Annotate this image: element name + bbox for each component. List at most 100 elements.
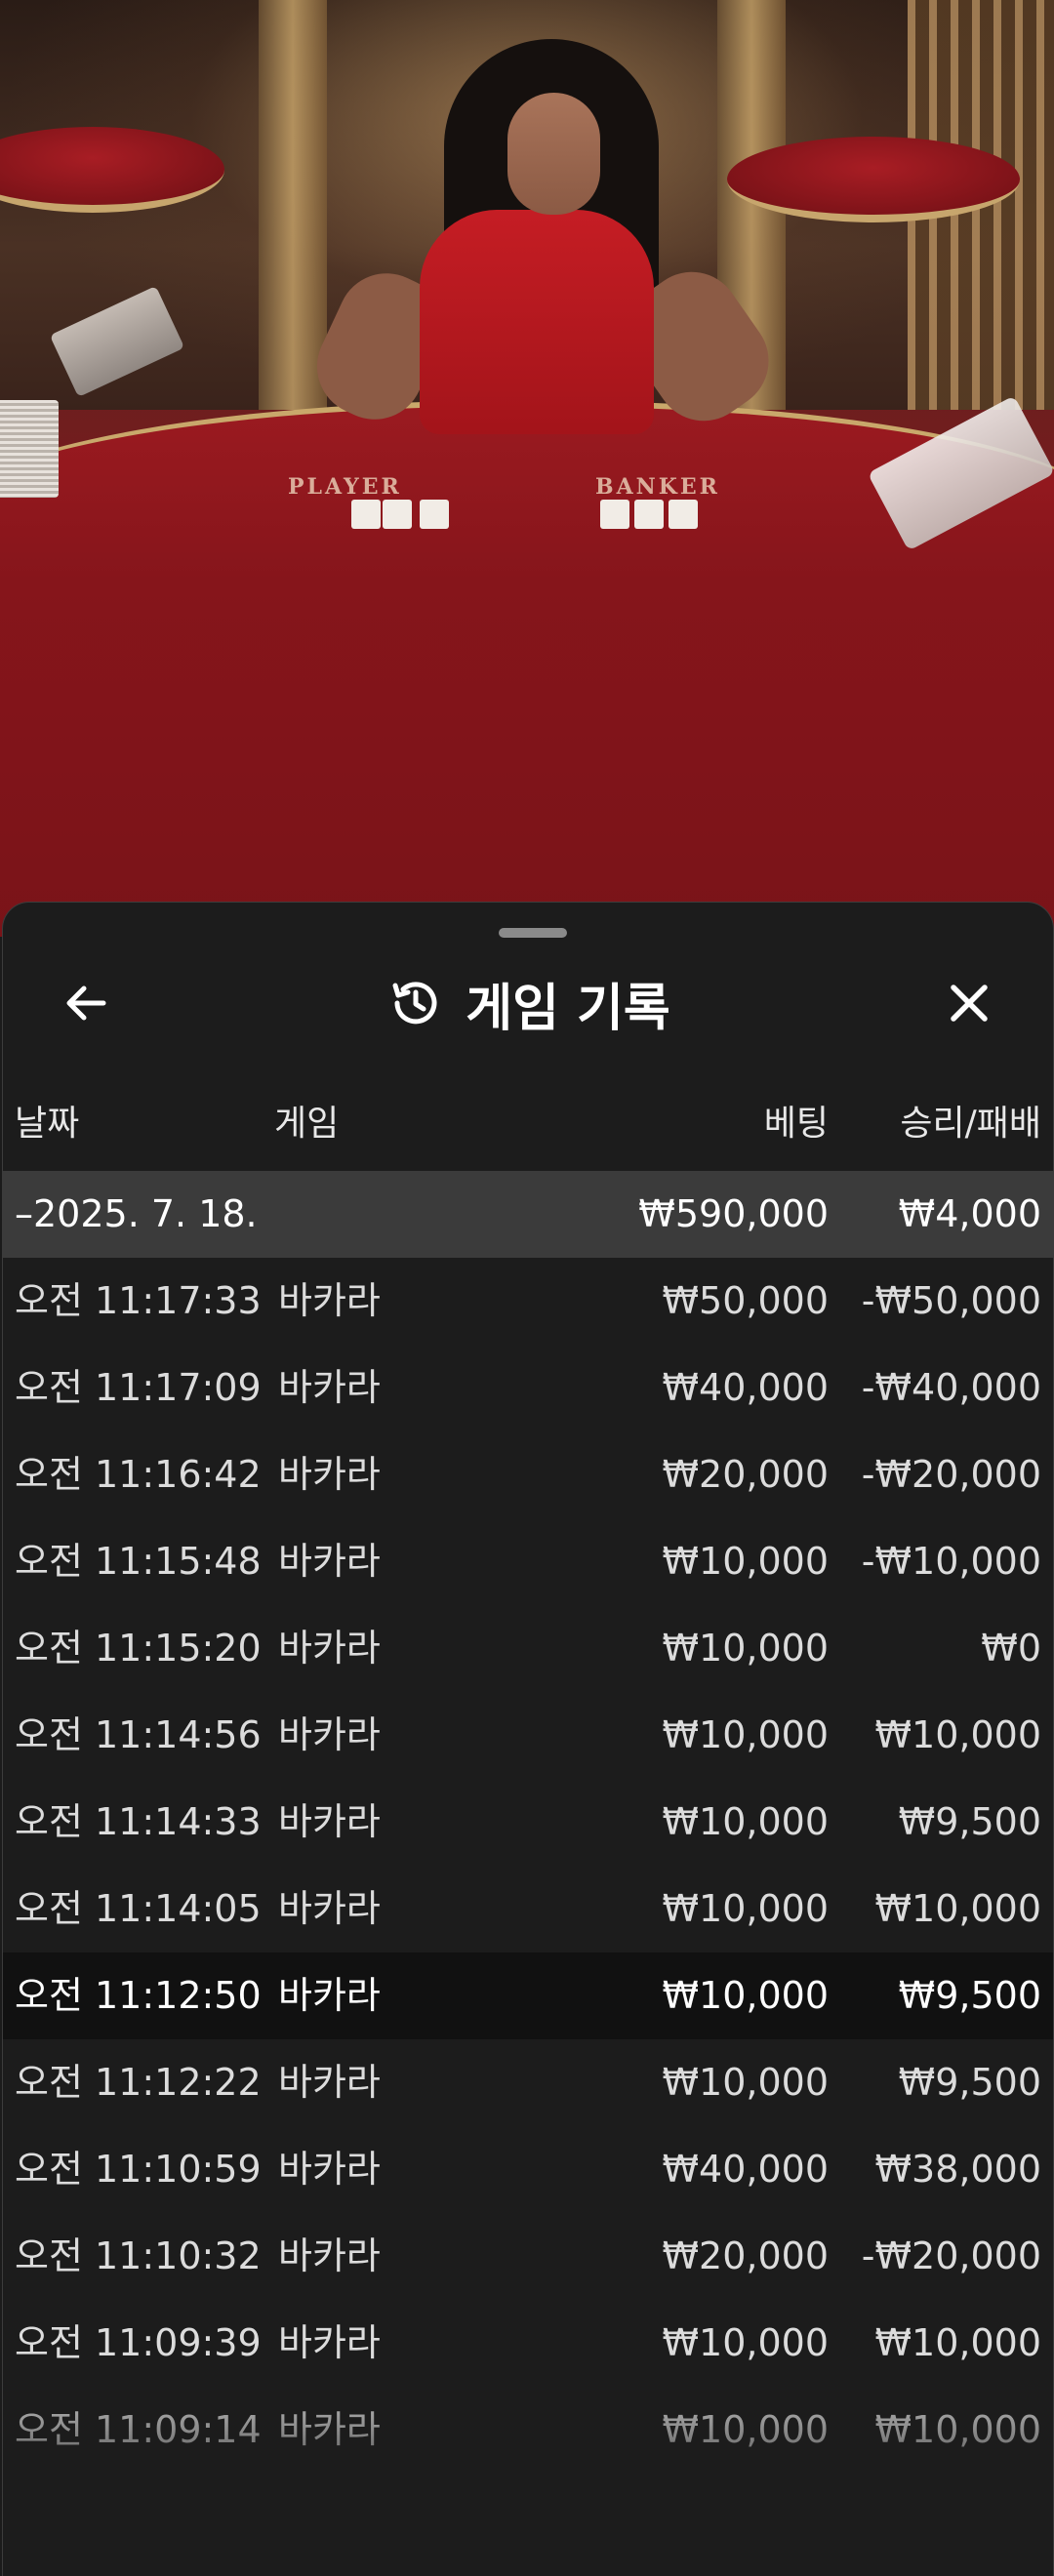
row-time: 오전 11:10:32	[15, 2234, 262, 2277]
row-winloss: ₩10,000	[874, 1713, 1041, 1756]
dealer-dress	[420, 210, 654, 434]
row-winloss: ₩9,500	[898, 1974, 1041, 2017]
history-row[interactable]: 오전 11:10:59 바카라 ₩40,000 ₩38,000	[3, 2126, 1053, 2213]
row-game: 바카라	[278, 1366, 381, 1409]
row-bet: ₩10,000	[662, 1540, 829, 1583]
summary-date: –2025. 7. 18.	[15, 1192, 258, 1235]
date-summary-row[interactable]: –2025. 7. 18. ₩590,000 ₩4,000	[3, 1171, 1053, 1258]
sheet-title: 게임 기록	[466, 979, 670, 1038]
decor-pillar	[259, 0, 327, 410]
row-bet: ₩20,000	[662, 1453, 829, 1496]
row-time: 오전 11:15:48	[15, 1540, 262, 1583]
dealer-face	[507, 93, 600, 215]
row-time: 오전 11:14:05	[15, 1887, 262, 1930]
banker-label: BANKER	[595, 474, 720, 500]
playing-card	[351, 500, 381, 529]
live-dealer-video: PLAYER BANKER	[0, 0, 1054, 937]
playing-card	[634, 500, 664, 529]
row-winloss: -₩10,000	[861, 1540, 1041, 1583]
row-game: 바카라	[278, 2061, 381, 2104]
row-game: 바카라	[278, 1453, 381, 1496]
history-row[interactable]: 오전 11:09:39 바카라 ₩10,000 ₩10,000	[3, 2300, 1053, 2387]
history-row[interactable]: 오전 11:15:20 바카라 ₩10,000 ₩0	[3, 1605, 1053, 1692]
history-row[interactable]: 오전 11:17:33 바카라 ₩50,000 -₩50,000	[3, 1258, 1053, 1345]
row-time: 오전 11:17:33	[15, 1279, 262, 1322]
row-game: 바카라	[278, 2148, 381, 2191]
row-time: 오전 11:10:59	[15, 2148, 262, 2191]
history-row[interactable]: 오전 11:12:50 바카라 ₩10,000 ₩9,500	[3, 1952, 1053, 2039]
history-row[interactable]: 오전 11:14:33 바카라 ₩10,000 ₩9,500	[3, 1779, 1053, 1866]
close-button[interactable]	[925, 959, 1013, 1047]
row-winloss: ₩10,000	[874, 1887, 1041, 1930]
row-bet: ₩10,000	[662, 1800, 829, 1843]
history-list[interactable]: –2025. 7. 18. ₩590,000 ₩4,000 오전 11:17:3…	[3, 1171, 1053, 2474]
row-time: 오전 11:09:14	[15, 2408, 262, 2451]
row-bet: ₩10,000	[662, 1627, 829, 1670]
summary-bet-total: ₩590,000	[638, 1192, 829, 1235]
history-row[interactable]: 오전 11:17:09 바카라 ₩40,000 -₩40,000	[3, 1345, 1053, 1431]
row-bet: ₩40,000	[662, 2148, 829, 2191]
column-header-winloss[interactable]: 승리/패배	[900, 1100, 1041, 1148]
row-winloss: ₩10,000	[874, 2408, 1041, 2451]
column-header-date[interactable]: 날짜	[15, 1100, 79, 1148]
row-time: 오전 11:17:09	[15, 1366, 262, 1409]
row-time: 오전 11:12:50	[15, 1974, 262, 2017]
row-time: 오전 11:14:56	[15, 1713, 262, 1756]
playing-card	[383, 500, 412, 529]
row-time: 오전 11:16:42	[15, 1453, 262, 1496]
row-time: 오전 11:15:20	[15, 1627, 262, 1670]
row-game: 바카라	[278, 1974, 381, 2017]
row-time: 오전 11:09:39	[15, 2321, 262, 2364]
row-time: 오전 11:12:22	[15, 2061, 262, 2104]
row-game: 바카라	[278, 1627, 381, 1670]
row-bet: ₩40,000	[662, 1366, 829, 1409]
row-winloss: ₩10,000	[874, 2321, 1041, 2364]
card-stack	[0, 400, 59, 498]
history-row[interactable]: 오전 11:15:48 바카라 ₩10,000 -₩10,000	[3, 1518, 1053, 1605]
app-screen: PLAYER BANKER 게임 기록 날짜 게임 베팅 승리/패배 –2025…	[0, 0, 1054, 2576]
row-game: 바카라	[278, 2408, 381, 2451]
row-game: 바카라	[278, 1800, 381, 1843]
history-row[interactable]: 오전 11:10:32 바카라 ₩20,000 -₩20,000	[3, 2213, 1053, 2300]
history-clock-icon	[392, 982, 437, 1025]
row-bet: ₩10,000	[662, 2408, 829, 2451]
history-row[interactable]: 오전 11:14:56 바카라 ₩10,000 ₩10,000	[3, 1692, 1053, 1779]
row-game: 바카라	[278, 2321, 381, 2364]
sheet-drag-handle[interactable]	[499, 928, 567, 938]
row-winloss: -₩50,000	[861, 1279, 1041, 1322]
row-winloss: -₩20,000	[861, 1453, 1041, 1496]
history-rows: 오전 11:17:33 바카라 ₩50,000 -₩50,000 오전 11:17:09…	[3, 1258, 1053, 2474]
row-bet: ₩10,000	[662, 1713, 829, 1756]
row-game: 바카라	[278, 2234, 381, 2277]
game-history-sheet: 게임 기록 날짜 게임 베팅 승리/패배 –2025. 7. 18. ₩590,…	[2, 902, 1054, 2576]
history-row[interactable]: 오전 11:16:42 바카라 ₩20,000 -₩20,000	[3, 1431, 1053, 1518]
row-winloss: -₩20,000	[861, 2234, 1041, 2277]
playing-card	[600, 500, 629, 529]
row-winloss: ₩38,000	[874, 2148, 1041, 2191]
column-header-game[interactable]: 게임	[274, 1100, 339, 1148]
row-winloss: ₩9,500	[898, 1800, 1041, 1843]
row-winloss: ₩0	[981, 1627, 1041, 1670]
player-label: PLAYER	[288, 474, 402, 500]
history-row[interactable]: 오전 11:09:14 바카라 ₩10,000 ₩10,000	[3, 2387, 1053, 2474]
close-icon	[951, 985, 988, 1022]
row-bet: ₩10,000	[662, 2061, 829, 2104]
row-game: 바카라	[278, 1713, 381, 1756]
column-header-bet[interactable]: 베팅	[764, 1100, 829, 1148]
row-winloss: -₩40,000	[861, 1366, 1041, 1409]
history-row[interactable]: 오전 11:14:05 바카라 ₩10,000 ₩10,000	[3, 1866, 1053, 1952]
row-game: 바카라	[278, 1887, 381, 1930]
side-table	[727, 137, 1020, 222]
row-game: 바카라	[278, 1540, 381, 1583]
history-row[interactable]: 오전 11:12:22 바카라 ₩10,000 ₩9,500	[3, 2039, 1053, 2126]
row-bet: ₩20,000	[662, 2234, 829, 2277]
row-bet: ₩10,000	[662, 1887, 829, 1930]
row-bet: ₩50,000	[662, 1279, 829, 1322]
row-bet: ₩10,000	[662, 2321, 829, 2364]
row-time: 오전 11:14:33	[15, 1800, 262, 1843]
playing-card	[669, 500, 698, 529]
row-game: 바카라	[278, 1279, 381, 1322]
row-bet: ₩10,000	[662, 1974, 829, 2017]
sheet-header: 게임 기록	[3, 971, 1053, 1038]
summary-winloss-total: ₩4,000	[898, 1192, 1041, 1235]
